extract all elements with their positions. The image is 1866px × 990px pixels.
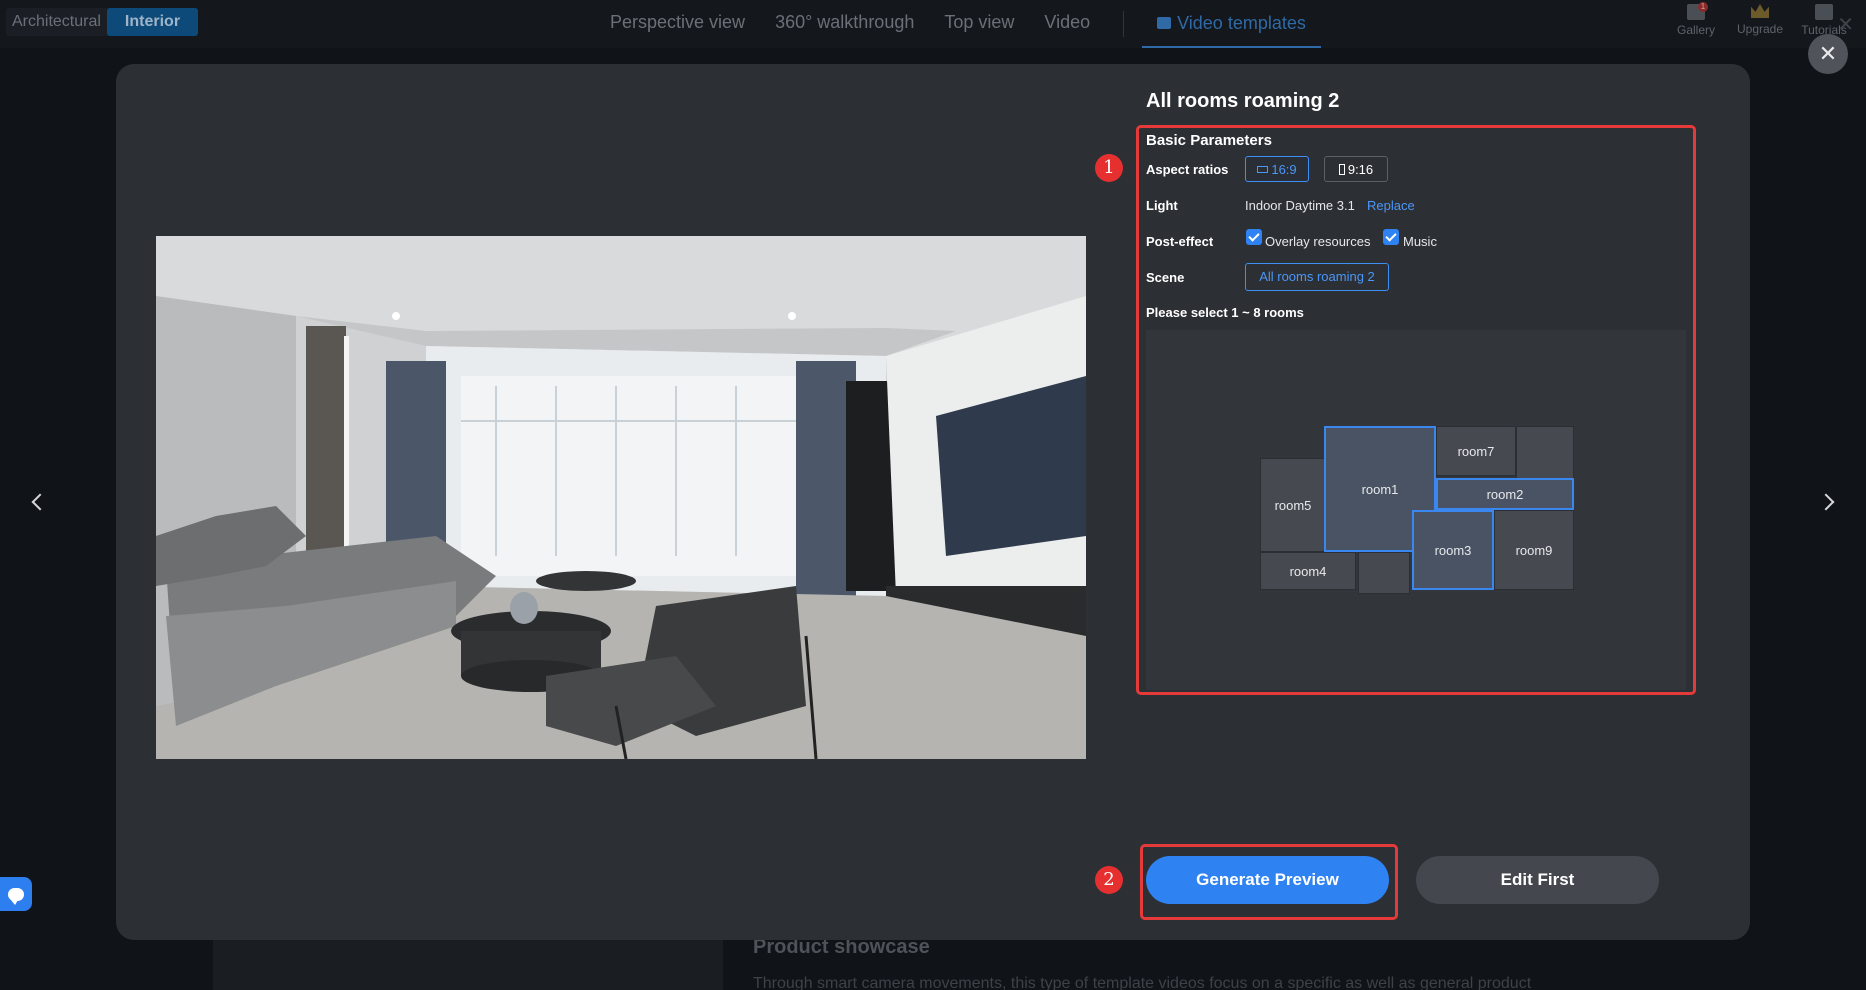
chat-icon [8,887,24,905]
step-badge-1: 1 [1095,154,1123,182]
light-label: Light [1146,198,1178,213]
top-bar: Architectural Interior Perspective view … [0,0,1866,48]
aspect-9-16-label: 9:16 [1347,161,1374,177]
room-5[interactable]: room5 [1260,458,1326,552]
room-3[interactable]: room3 [1412,510,1494,590]
gallery-button[interactable]: 1 Gallery [1674,2,1718,37]
crown-icon [1751,4,1769,18]
post-effect-label: Post-effect [1146,234,1214,249]
nav-divider [1123,11,1125,37]
gallery-badge: 1 [1698,2,1708,12]
top-right-menu: 1 Gallery Upgrade Tutorials [1674,2,1847,37]
chat-support-button[interactable] [0,877,32,911]
mode-architectural-button[interactable]: Architectural [6,8,107,36]
music-checkbox[interactable] [1383,229,1399,245]
scene-select-button[interactable]: All rooms roaming 2 [1245,263,1389,291]
room-9[interactable]: room9 [1494,510,1574,590]
room-4[interactable]: room4 [1260,552,1356,590]
light-value: Indoor Daytime 3.1 [1245,198,1355,213]
close-icon: ✕ [1837,14,1854,36]
gallery-label: Gallery [1676,23,1715,37]
room-2[interactable]: room2 [1436,478,1574,510]
edit-first-button[interactable]: Edit First [1416,856,1659,904]
portrait-icon [1338,163,1345,175]
aspect-16-9-button[interactable]: 16:9 [1245,156,1309,182]
tab-video-templates-label: Video templates [1177,13,1306,33]
room-block[interactable] [1358,552,1410,594]
top-nav: Perspective view 360° walkthrough Top vi… [595,0,1321,48]
scene-label: Scene [1146,270,1185,285]
close-icon: ✕ [1818,41,1838,66]
next-template-button[interactable] [1816,487,1840,517]
tab-perspective-view[interactable]: Perspective view [595,0,760,48]
upgrade-button[interactable]: Upgrade [1736,4,1784,37]
chevron-left-icon [31,493,49,511]
room-selection-note: Please select 1 ~ 8 rooms [1146,305,1304,320]
floorplan: room5 room1 room7 room2 room3 room9 room… [1146,330,1686,690]
template-card-thumbnail [213,938,723,990]
template-title: All rooms roaming 2 [1146,90,1340,112]
upgrade-label: Upgrade [1736,22,1784,36]
step-badge-2: 2 [1095,866,1123,894]
room-7[interactable]: room7 [1436,426,1516,476]
overlay-resources-checkbox[interactable] [1246,229,1262,245]
modal-close-button[interactable]: ✕ [1808,34,1848,74]
aspect-9-16-button[interactable]: 9:16 [1324,156,1388,182]
music-label: Music [1403,234,1437,249]
preview-image [156,236,1086,759]
chevron-right-icon [1817,493,1835,511]
book-icon [1815,4,1833,20]
tab-top-view[interactable]: Top view [929,0,1029,48]
overlay-resources-label: Overlay resources [1265,234,1371,249]
previous-template-button[interactable] [26,487,50,517]
video-template-icon [1157,17,1172,29]
tab-video[interactable]: Video [1029,0,1105,48]
tab-video-templates[interactable]: Video templates [1142,0,1321,48]
generate-preview-button[interactable]: Generate Preview [1146,856,1389,904]
landscape-icon [1257,165,1269,173]
mode-interior-button[interactable]: Interior [106,8,199,36]
replace-light-link[interactable]: Replace [1367,198,1415,213]
tab-360-walkthrough[interactable]: 360° walkthrough [760,0,929,48]
basic-parameters-title: Basic Parameters [1146,132,1272,149]
aspect-ratio-label: Aspect ratios [1146,162,1229,177]
mode-toggle: Architectural Interior [6,8,199,36]
room-block[interactable] [1516,426,1574,482]
aspect-16-9-label: 16:9 [1271,161,1297,177]
section-description: Through smart camera movements, this typ… [753,975,1532,990]
